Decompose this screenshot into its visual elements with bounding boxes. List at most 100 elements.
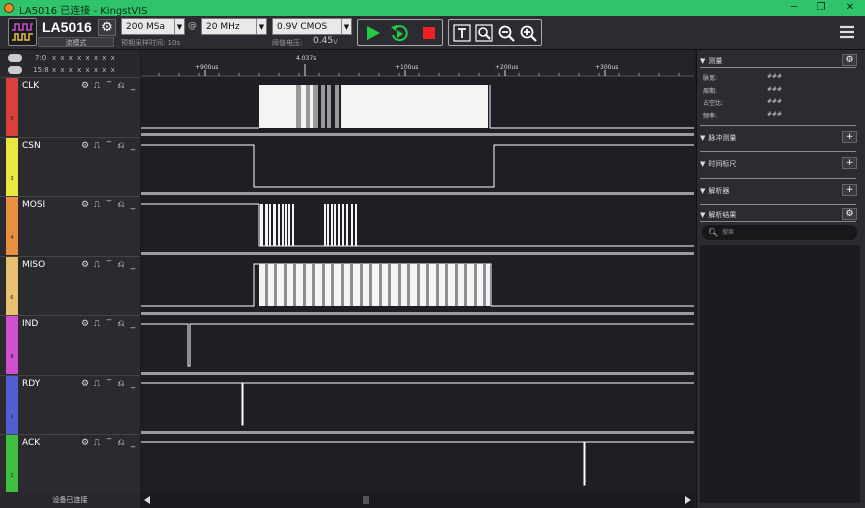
channel-row-mosi[interactable]: 4 MOSI ⚙ ⎍ ‾ ⎌ _ — [0, 196, 140, 255]
sample-depth-dropdown[interactable]: 200 MSa ▼ — [121, 18, 185, 35]
high-level-trigger-icon[interactable]: ‾ — [103, 260, 115, 270]
threshold-label: 阈值电压: — [272, 39, 303, 47]
channel-name[interactable]: MISO — [22, 260, 45, 270]
low-level-trigger-icon[interactable]: _ — [127, 260, 139, 270]
rising-edge-trigger-icon[interactable]: ⎍ — [91, 379, 103, 389]
channel-number: 2 — [10, 473, 14, 479]
view-controls — [448, 19, 542, 46]
results-list[interactable] — [700, 245, 860, 503]
add-time-ruler-button[interactable]: + — [842, 157, 857, 169]
low-level-trigger-icon[interactable]: _ — [127, 141, 139, 151]
high-level-trigger-icon[interactable]: ‾ — [103, 141, 115, 151]
rising-edge-trigger-icon[interactable]: ⎍ — [91, 438, 103, 448]
high-level-trigger-icon[interactable]: ‾ — [103, 379, 115, 389]
rising-edge-trigger-icon[interactable]: ⎍ — [91, 200, 103, 210]
add-analyzer-button[interactable]: + — [842, 184, 857, 196]
low-level-trigger-icon[interactable]: _ — [127, 319, 139, 329]
expected-time-label: 预期采样时间: 10s — [121, 39, 181, 47]
collapse-triangle-icon: ▼ — [700, 160, 706, 168]
tick-label: +200us — [495, 64, 519, 71]
horizontal-scrollbar[interactable] — [141, 492, 694, 508]
zoom-out-icon[interactable] — [496, 23, 516, 43]
high-level-trigger-icon[interactable]: ‾ — [103, 200, 115, 210]
falling-edge-trigger-icon[interactable]: ⎌ — [115, 438, 127, 448]
low-level-trigger-icon[interactable]: _ — [127, 81, 139, 91]
channel-settings-gear-icon[interactable]: ⚙ — [79, 141, 91, 151]
high-level-trigger-icon[interactable]: ‾ — [103, 438, 115, 448]
close-button[interactable]: ✕ — [835, 0, 865, 16]
time-ruler[interactable]: 4.037s +900us +100us +200us +300us — [141, 50, 694, 77]
channel-name[interactable]: ACK — [22, 438, 40, 448]
collapse-triangle-icon: ▼ — [700, 187, 706, 195]
channel-name[interactable]: CLK — [22, 81, 39, 91]
threshold-value[interactable]: 0.45 — [313, 36, 333, 46]
low-level-trigger-icon[interactable]: _ — [127, 200, 139, 210]
measure-section-header[interactable]: ▼ 测量 — [700, 56, 858, 66]
time-ruler-section-header[interactable]: ▼ 时间标尺 — [700, 159, 858, 169]
group-toggle[interactable] — [8, 54, 22, 62]
high-level-trigger-icon[interactable]: ‾ — [103, 319, 115, 329]
ack-waveform — [141, 441, 694, 486]
rising-edge-trigger-icon[interactable]: ⎍ — [91, 319, 103, 329]
measure-value: ### — [767, 111, 783, 118]
channel-row-clk[interactable]: 5 CLK ⚙ ⎍ ‾ ⎌ _ — [0, 77, 140, 136]
clk-waveform — [141, 85, 694, 129]
results-search-input[interactable]: 🔍︎ 搜索 — [702, 225, 857, 240]
high-level-trigger-icon[interactable]: ‾ — [103, 81, 115, 91]
waveform-area[interactable] — [141, 77, 694, 492]
channel-row-ack[interactable]: 2 ACK ⚙ ⎍ ‾ ⎌ _ — [0, 434, 140, 493]
threshold-type-dropdown[interactable]: 0.9V CMOS ▼ — [272, 18, 352, 35]
low-level-trigger-icon[interactable]: _ — [127, 438, 139, 448]
channel-name[interactable]: MOSI — [22, 200, 45, 210]
pulse-measure-section-header[interactable]: ▼ 脉冲测量 — [700, 133, 858, 143]
rising-edge-trigger-icon[interactable]: ⎍ — [91, 260, 103, 270]
rising-edge-trigger-icon[interactable]: ⎍ — [91, 81, 103, 91]
channel-settings-gear-icon[interactable]: ⚙ — [79, 379, 91, 389]
hamburger-menu-icon[interactable] — [839, 24, 855, 40]
channel-settings-gear-icon[interactable]: ⚙ — [79, 438, 91, 448]
channel-name[interactable]: RDY — [22, 379, 40, 389]
measure-settings-gear-icon[interactable]: ⚙ — [842, 54, 857, 66]
low-level-trigger-icon[interactable]: _ — [127, 379, 139, 389]
results-settings-gear-icon[interactable]: ⚙ — [842, 208, 857, 220]
global-channel-row: 7:0 x x x x x x x x — [0, 52, 140, 64]
channel-name[interactable]: CSN — [22, 141, 41, 151]
channel-name[interactable]: IND — [22, 319, 38, 329]
channel-color-bar — [6, 376, 18, 434]
text-tool-icon[interactable] — [452, 23, 472, 43]
channel-row-csn[interactable]: 3 CSN ⚙ ⎍ ‾ ⎌ _ — [0, 137, 140, 196]
channel-settings-gear-icon[interactable]: ⚙ — [79, 81, 91, 91]
channel-settings-gear-icon[interactable]: ⚙ — [79, 319, 91, 329]
stop-capture-button[interactable] — [419, 23, 439, 43]
title-bar: LA5016 已连接 - KingstVIS ─ ❐ ✕ — [0, 0, 865, 17]
analyzer-section-header[interactable]: ▼ 解析器 — [700, 186, 858, 196]
collapse-triangle-icon: ▼ — [700, 57, 706, 65]
channel-row-ind[interactable]: 8 IND ⚙ ⎍ ‾ ⎌ _ — [0, 315, 140, 374]
rising-edge-trigger-icon[interactable]: ⎍ — [91, 141, 103, 151]
threshold-type-value: 0.9V CMOS — [277, 22, 328, 32]
channel-settings-gear-icon[interactable]: ⚙ — [79, 260, 91, 270]
add-pulse-measure-button[interactable]: + — [842, 131, 857, 143]
start-capture-button[interactable] — [363, 23, 383, 43]
channel-row-miso[interactable]: 6 MISO ⚙ ⎍ ‾ ⎌ _ — [0, 256, 140, 315]
falling-edge-trigger-icon[interactable]: ⎌ — [115, 200, 127, 210]
maximize-button[interactable]: ❐ — [806, 0, 836, 16]
zoom-fit-icon[interactable] — [474, 23, 494, 43]
group-toggle[interactable] — [8, 66, 22, 74]
minimize-button[interactable]: ─ — [779, 0, 809, 16]
divider — [700, 221, 856, 222]
loop-capture-button[interactable] — [389, 23, 409, 43]
channel-settings-gear-icon[interactable]: ⚙ — [79, 200, 91, 210]
falling-edge-trigger-icon[interactable]: ⎌ — [115, 319, 127, 329]
channel-row-rdy[interactable]: 1 RDY ⚙ ⎍ ‾ ⎌ _ — [0, 375, 140, 434]
falling-edge-trigger-icon[interactable]: ⎌ — [115, 379, 127, 389]
scroll-left-icon — [144, 496, 150, 504]
device-settings-gear-icon[interactable]: ⚙ — [98, 19, 116, 36]
sample-rate-dropdown[interactable]: 20 MHz ▼ — [201, 18, 267, 35]
falling-edge-trigger-icon[interactable]: ⎌ — [115, 81, 127, 91]
results-section-header[interactable]: ▼ 解析结果 — [700, 210, 858, 220]
collapse-triangle-icon: ▼ — [700, 211, 706, 219]
falling-edge-trigger-icon[interactable]: ⎌ — [115, 260, 127, 270]
zoom-in-icon[interactable] — [518, 23, 538, 43]
falling-edge-trigger-icon[interactable]: ⎌ — [115, 141, 127, 151]
